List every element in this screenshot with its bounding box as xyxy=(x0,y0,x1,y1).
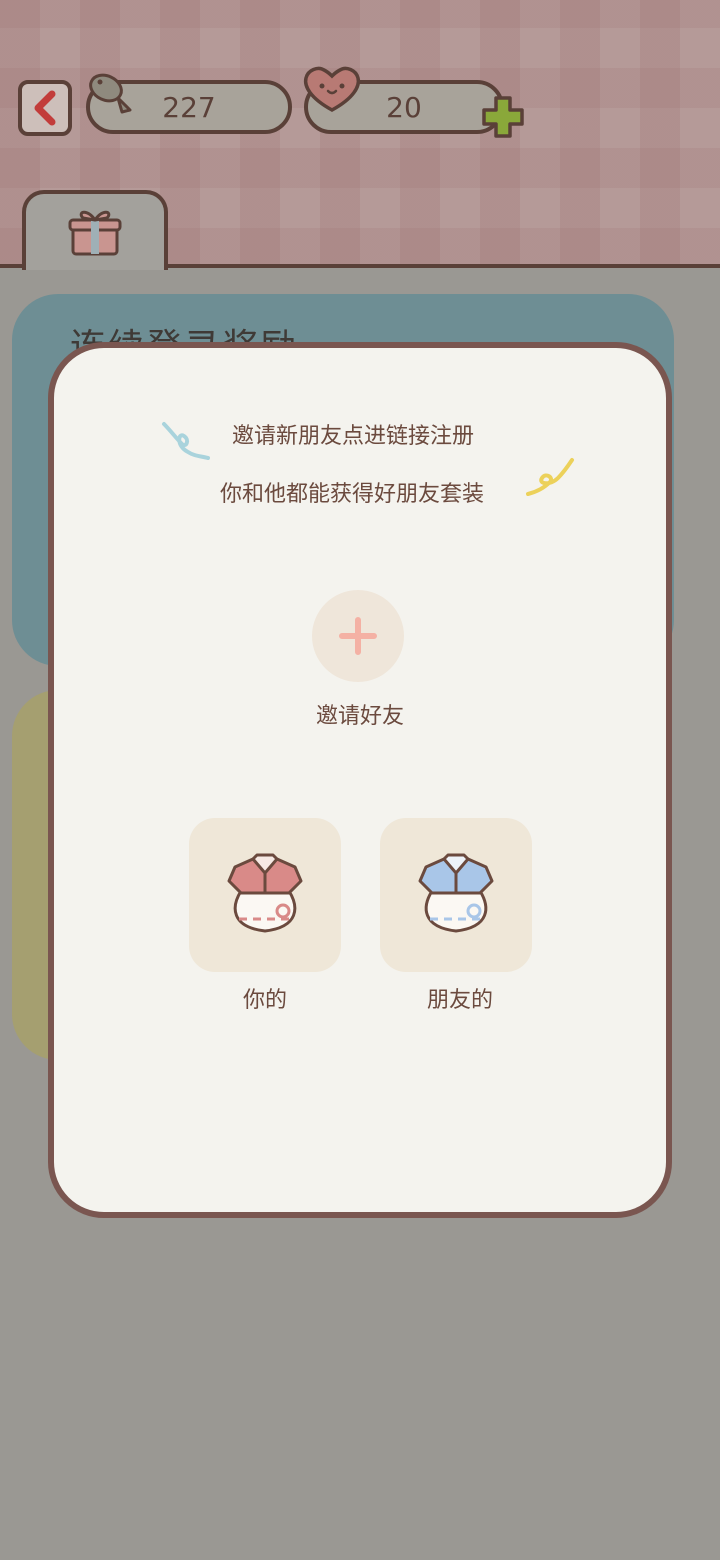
heart-face-icon xyxy=(303,66,361,112)
fish-count: 227 xyxy=(162,90,216,124)
reward-mine-label: 你的 xyxy=(242,988,287,1013)
gift-icon xyxy=(68,210,122,256)
tab-gift[interactable] xyxy=(22,190,168,270)
reward-friend-label: 朋友的 xyxy=(426,988,493,1013)
plus-icon[interactable] xyxy=(480,94,526,140)
invite-modal xyxy=(48,342,672,1218)
invite-message-line1: 邀请新朋友点进链接注册 xyxy=(232,424,475,449)
invite-message-line2: 你和他都能获得好朋友套装 xyxy=(220,482,485,507)
blue-ribbon-icon xyxy=(162,422,210,460)
invite-plus-icon xyxy=(339,617,377,655)
outfit-pink-icon xyxy=(227,853,303,933)
back-arrow-icon xyxy=(34,90,56,126)
outfit-blue-icon xyxy=(418,853,494,933)
invite-friend-button[interactable] xyxy=(312,590,404,682)
back-button[interactable] xyxy=(18,80,72,136)
reward-mine-card xyxy=(189,818,341,972)
invite-friend-label: 邀请好友 xyxy=(315,704,404,729)
yellow-ribbon-icon xyxy=(526,458,574,496)
heart-count: 20 xyxy=(386,90,422,124)
reward-friend-card xyxy=(380,818,532,972)
fish-icon xyxy=(89,73,132,114)
